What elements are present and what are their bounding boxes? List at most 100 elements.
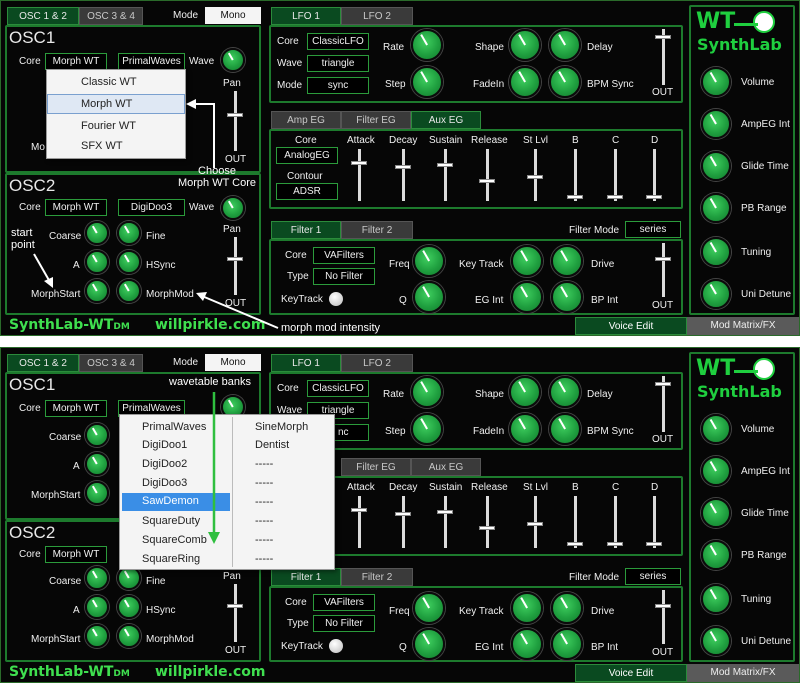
osc1-coarse-knob[interactable]	[85, 423, 109, 447]
lfo-core-field[interactable]: ClassicLFO	[307, 33, 369, 50]
global-pbrange-knob[interactable]	[701, 540, 731, 570]
eg-d-slider[interactable]	[646, 149, 662, 201]
global-unidetune-knob[interactable]	[701, 279, 731, 309]
tab-aux-eg[interactable]: Aux EG	[411, 111, 481, 129]
tab-osc-1-2[interactable]: OSC 1 & 2	[7, 354, 79, 372]
tab-osc-1-2[interactable]: OSC 1 & 2	[7, 7, 79, 25]
filter-mode-field[interactable]: series	[625, 568, 681, 585]
eg-core-field[interactable]: AnalogEG	[276, 147, 338, 164]
menu-item-bank-selected[interactable]: SawDemon	[122, 493, 230, 511]
mod-matrix-tab[interactable]: Mod Matrix/FX	[687, 664, 799, 682]
osc1-wave-knob[interactable]	[221, 48, 245, 72]
tab-filter-1[interactable]: Filter 1	[271, 221, 341, 239]
tab-osc-3-4[interactable]: OSC 3 & 4	[79, 354, 143, 372]
filter-drive-knob[interactable]	[551, 245, 583, 277]
eg-decay-slider[interactable]	[395, 496, 411, 548]
menu-item-bank[interactable]: DigiDoo3	[142, 477, 187, 489]
eg-contour-field[interactable]: ADSR	[276, 183, 338, 200]
menu-item-bank[interactable]: -----	[255, 458, 273, 470]
voice-mode-field[interactable]: Mono	[205, 7, 261, 24]
osc2-a-knob[interactable]	[85, 595, 109, 619]
osc2-morphmod-knob[interactable]	[117, 279, 141, 303]
osc2-morphmod-knob[interactable]	[117, 624, 141, 648]
eg-attack-slider[interactable]	[351, 149, 367, 201]
filter-keytrack-knob[interactable]	[511, 592, 543, 624]
filter-drive-knob[interactable]	[551, 592, 583, 624]
eg-release-slider[interactable]	[479, 149, 495, 201]
tab-lfo-2[interactable]: LFO 2	[341, 7, 413, 25]
lfo-mode-field[interactable]: nc	[331, 424, 369, 441]
osc2-morphstart-knob[interactable]	[85, 624, 109, 648]
osc1-a-knob[interactable]	[85, 452, 109, 476]
tab-filter-eg[interactable]: Filter EG	[341, 458, 411, 476]
lfo-out-slider[interactable]	[655, 376, 671, 432]
osc2-hsync-knob[interactable]	[117, 595, 141, 619]
osc1-morphstart-knob[interactable]	[85, 481, 109, 505]
osc2-core-field[interactable]: Morph WT	[45, 199, 107, 216]
filter-keytrack-toggle[interactable]	[329, 292, 343, 306]
osc2-hsync-knob[interactable]	[117, 250, 141, 274]
menu-item-classic-wt[interactable]: Classic WT	[81, 76, 137, 88]
tab-lfo-2[interactable]: LFO 2	[341, 354, 413, 372]
osc2-wave-field[interactable]: DigiDoo3	[118, 199, 185, 216]
menu-item-bank[interactable]: DigiDoo1	[142, 439, 187, 451]
osc1-out-slider[interactable]	[227, 91, 243, 151]
eg-stlvl-slider[interactable]	[527, 496, 543, 548]
lfo-mode-field[interactable]: sync	[307, 77, 369, 94]
filter-keytrack-toggle[interactable]	[329, 639, 343, 653]
lfo-step-knob[interactable]	[411, 413, 443, 445]
filter-q-knob[interactable]	[413, 628, 445, 660]
tab-aux-eg[interactable]: Aux EG	[411, 458, 481, 476]
tab-lfo-1[interactable]: LFO 1	[271, 7, 341, 25]
lfo-bpmsync-knob[interactable]	[549, 66, 581, 98]
global-tuning-knob[interactable]	[701, 584, 731, 614]
lfo-step-knob[interactable]	[411, 66, 443, 98]
global-volume-knob[interactable]	[701, 414, 731, 444]
global-volume-knob[interactable]	[701, 67, 731, 97]
lfo-rate-knob[interactable]	[411, 29, 443, 61]
global-tuning-knob[interactable]	[701, 237, 731, 267]
menu-item-morph-wt[interactable]: Morph WT	[47, 94, 185, 114]
filter-mode-field[interactable]: series	[625, 221, 681, 238]
filter-keytrack-knob[interactable]	[511, 245, 543, 277]
tab-osc-3-4[interactable]: OSC 3 & 4	[79, 7, 143, 25]
eg-release-slider[interactable]	[479, 496, 495, 548]
eg-sustain-slider[interactable]	[437, 496, 453, 548]
tab-filter-1[interactable]: Filter 1	[271, 568, 341, 586]
lfo-fadein-knob[interactable]	[509, 66, 541, 98]
menu-item-bank[interactable]: SquareRing	[142, 553, 200, 565]
osc2-a-knob[interactable]	[85, 250, 109, 274]
lfo-fadein-knob[interactable]	[509, 413, 541, 445]
eg-stlvl-slider[interactable]	[527, 149, 543, 201]
mod-matrix-tab[interactable]: Mod Matrix/FX	[687, 317, 799, 335]
global-glidetime-knob[interactable]	[701, 151, 731, 181]
lfo-bpmsync-knob[interactable]	[549, 413, 581, 445]
menu-item-bank[interactable]: PrimalWaves	[142, 421, 206, 433]
lfo-shape-knob[interactable]	[509, 376, 541, 408]
filter-bpint-knob[interactable]	[551, 628, 583, 660]
tab-filter-2[interactable]: Filter 2	[341, 568, 413, 586]
eg-b-slider[interactable]	[567, 496, 583, 548]
osc2-fine-knob[interactable]	[117, 221, 141, 245]
tab-filter-2[interactable]: Filter 2	[341, 221, 413, 239]
eg-decay-slider[interactable]	[395, 149, 411, 201]
menu-item-fourier-wt[interactable]: Fourier WT	[81, 120, 136, 132]
filter-core-field[interactable]: VAFilters	[313, 594, 375, 611]
filter-type-field[interactable]: No Filter	[313, 615, 375, 632]
lfo-delay-knob[interactable]	[549, 376, 581, 408]
tab-amp-eg[interactable]: Amp EG	[271, 111, 341, 129]
menu-item-bank[interactable]: SineMorph	[255, 421, 308, 433]
lfo-shape-knob[interactable]	[509, 29, 541, 61]
voice-mode-field[interactable]: Mono	[205, 354, 261, 371]
osc2-out-slider[interactable]	[227, 584, 243, 642]
osc2-coarse-knob[interactable]	[85, 566, 109, 590]
osc2-coarse-knob[interactable]	[85, 221, 109, 245]
menu-item-bank[interactable]: -----	[255, 496, 273, 508]
filter-type-field[interactable]: No Filter	[313, 268, 375, 285]
menu-item-bank[interactable]: -----	[255, 534, 273, 546]
filter-out-slider[interactable]	[655, 243, 671, 297]
filter-out-slider[interactable]	[655, 590, 671, 644]
menu-item-bank[interactable]: -----	[255, 553, 273, 565]
filter-freq-knob[interactable]	[413, 592, 445, 624]
lfo-core-field[interactable]: ClassicLFO	[307, 380, 369, 397]
